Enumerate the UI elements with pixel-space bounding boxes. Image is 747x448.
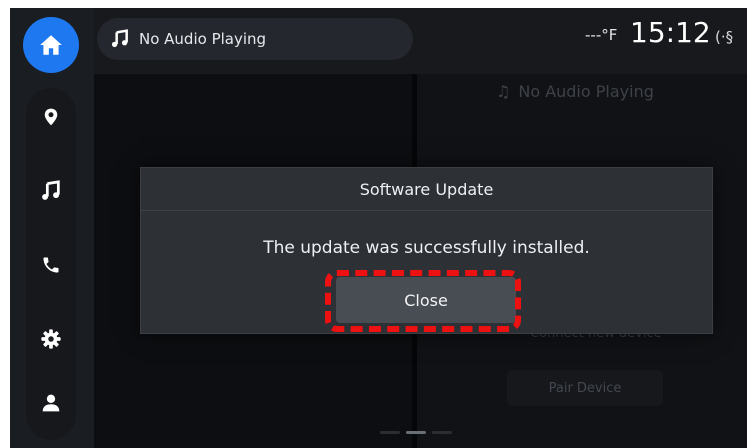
phone-icon <box>43 257 59 273</box>
connectivity-icon[interactable]: (·§ <box>715 28 733 46</box>
music-note-icon <box>109 28 131 50</box>
outside-temperature: ---°F <box>585 26 618 44</box>
page-indicator <box>380 431 452 434</box>
dialog-title: Software Update <box>141 168 712 211</box>
profile-button[interactable] <box>30 382 72 424</box>
now-playing-label: No Audio Playing <box>139 30 267 48</box>
infotainment-screen: No Audio Playing ---°F 15:12 (·§ ♫ No Au… <box>10 8 747 448</box>
pair-device-button: Pair Device <box>507 370 663 406</box>
music-note-icon <box>42 180 60 200</box>
dialog-message: The update was successfully installed. <box>263 238 590 258</box>
phone-button[interactable] <box>30 244 72 286</box>
home-icon <box>40 35 62 55</box>
navigation-button[interactable] <box>30 96 72 138</box>
background-audio-label: No Audio Playing <box>518 82 654 101</box>
page-dot <box>432 431 452 434</box>
gear-icon <box>41 329 61 349</box>
clock: 15:12 <box>630 16 711 49</box>
person-icon <box>42 394 60 412</box>
settings-button[interactable] <box>30 318 72 360</box>
background-now-playing: ♫ No Audio Playing <box>496 82 654 101</box>
music-note-icon: ♫ <box>496 82 511 101</box>
page-dot <box>380 431 400 434</box>
home-button[interactable] <box>23 17 79 73</box>
now-playing-pill[interactable]: No Audio Playing <box>97 18 413 60</box>
media-button[interactable] <box>30 170 72 212</box>
page-dot-active <box>406 431 426 434</box>
close-button-highlight <box>325 270 521 332</box>
nav-rail <box>10 8 94 448</box>
location-pin-icon <box>44 108 58 126</box>
